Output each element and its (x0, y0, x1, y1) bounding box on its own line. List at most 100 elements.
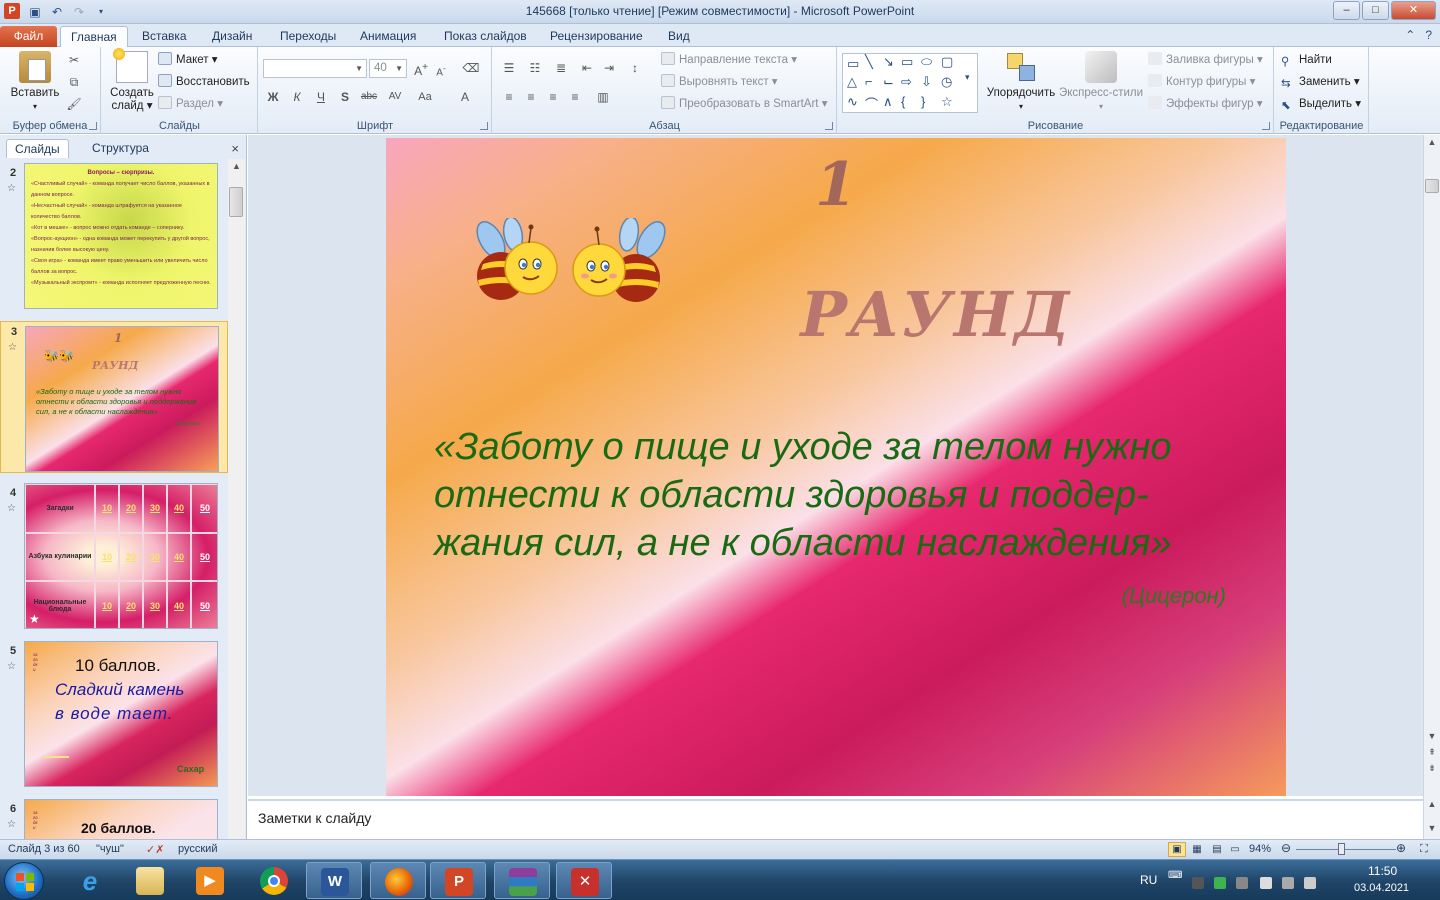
strikethrough-button[interactable]: abc (359, 88, 379, 106)
tab-home[interactable]: Главная (60, 26, 128, 47)
board-cell[interactable]: 40 (167, 484, 191, 533)
language-indicator-tray[interactable]: RU (1140, 873, 1157, 887)
tray-check-icon[interactable] (1214, 877, 1226, 889)
columns-icon[interactable]: ▥ (593, 88, 613, 106)
tab-view[interactable]: Вид (658, 26, 700, 47)
previous-slide-icon[interactable]: ⇞ (1424, 747, 1440, 758)
thumbnail-row-2[interactable]: 2 ☆ Вопросы – сюрпризы. «Счастливый случ… (0, 163, 228, 313)
taskbar-firefox[interactable] (370, 862, 426, 899)
clipboard-launcher-icon[interactable] (89, 122, 97, 130)
shrink-font-button[interactable]: A- (431, 59, 451, 78)
taskbar-winrar[interactable] (494, 862, 550, 899)
format-painter-icon[interactable]: 🖌 (64, 95, 84, 113)
zoom-in-icon[interactable]: ⊕ (1396, 841, 1406, 855)
replace-button[interactable]: ⇆ Заменить ▾ (1281, 73, 1360, 91)
tray-flag-icon[interactable] (1260, 877, 1272, 889)
find-button[interactable]: ⚲ Найти (1281, 51, 1332, 69)
board-cell[interactable]: 10 (95, 484, 119, 533)
board-cell[interactable]: 10 (95, 532, 119, 582)
start-button[interactable] (4, 862, 44, 900)
triangle-shape-icon[interactable]: △ (847, 74, 857, 90)
thumbnail-slide-4[interactable]: Загадки 10 20 30 40 50 Азбука кулинарии 10 20 30 4… (24, 483, 218, 629)
quote-author[interactable]: (Цицерон) (986, 583, 1226, 609)
taskbar-explorer[interactable] (122, 862, 178, 899)
tab-file[interactable]: Файл (0, 26, 57, 47)
board-cell[interactable]: 40 (167, 532, 191, 582)
shape-fill-button[interactable]: Заливка фигуры ▾ (1148, 51, 1263, 69)
bullets-icon[interactable]: ☰ (499, 59, 519, 77)
board-cell[interactable]: 30 (143, 581, 167, 628)
thumbnails-scroll-thumb[interactable] (229, 187, 243, 217)
minimize-ribbon-icon[interactable]: ⌃ (1405, 28, 1415, 42)
taskbar-word[interactable]: W (306, 862, 362, 899)
underline-button[interactable]: Ч (311, 88, 331, 106)
text-direction-button[interactable]: Направление текста ▾ (661, 51, 797, 69)
clock-date[interactable]: 03.04.2021 (1354, 882, 1409, 894)
taskbar-media[interactable]: ▶ (182, 862, 238, 899)
help-icon[interactable]: ? (1425, 28, 1432, 42)
tab-design[interactable]: Дизайн (202, 26, 262, 47)
minimize-button[interactable]: – (1333, 1, 1360, 20)
tab-animations[interactable]: Анимация (350, 26, 426, 47)
rectangle-shape-icon[interactable]: ▭ (901, 54, 913, 70)
change-case-button[interactable]: Aa (415, 88, 435, 106)
language-indicator[interactable]: русский (178, 843, 217, 855)
board-cell[interactable]: 20 (119, 532, 143, 582)
thumbnail-slide-3[interactable]: 1 🐝🐝 РАУНД «Заботу о пище и уходе за тел… (25, 326, 219, 472)
maximize-button[interactable]: □ (1362, 1, 1389, 20)
curve-shape-icon[interactable]: ∿ (847, 94, 858, 110)
taskbar-chrome[interactable] (246, 862, 302, 899)
thumbnail-slide-6[interactable]: загадки 20 баллов. (24, 799, 218, 840)
taskbar-powerpoint[interactable]: P (430, 862, 486, 899)
taskbar-pdf[interactable]: ✕ (556, 862, 612, 899)
board-cell[interactable]: 50 (191, 532, 217, 582)
section-button[interactable]: Раздел ▾ (158, 95, 223, 113)
bees-icon[interactable] (471, 218, 671, 308)
zoom-slider-thumb[interactable] (1338, 843, 1345, 855)
tab-slideshow[interactable]: Показ слайдов (434, 26, 537, 47)
theme-name[interactable]: "чуш" (96, 843, 124, 855)
star-shape-icon[interactable]: ☆ (941, 94, 953, 110)
spellcheck-icon[interactable]: ✓✗ (146, 843, 164, 856)
board-cell[interactable]: 30 (143, 484, 167, 533)
slide-scrollbar[interactable]: ▲ ▼ ⇞ ⇟ ▲ ▼ (1423, 135, 1440, 839)
smartart-button[interactable]: Преобразовать в SmartArt ▾ (661, 95, 827, 113)
drawing-launcher-icon[interactable] (1262, 122, 1270, 130)
scroll-down-icon[interactable]: ▼ (1424, 731, 1440, 741)
copy-icon[interactable]: ⧉ (64, 73, 84, 91)
paragraph-launcher-icon[interactable] (825, 122, 833, 130)
thumbnail-row-6[interactable]: 6 ☆ загадки 20 баллов. (0, 799, 228, 840)
arrange-button[interactable]: Упорядочить ▾ (984, 51, 1058, 113)
tray-app-icon[interactable] (1192, 877, 1204, 889)
normal-view-icon[interactable]: ▣ (1168, 842, 1186, 857)
rounded-rect-shape-icon[interactable]: ▢ (941, 54, 953, 70)
arc-shape-icon[interactable]: ⌒ (865, 94, 878, 113)
thumbnails-scrollbar[interactable]: ▲ (228, 159, 245, 840)
tab-review[interactable]: Рецензирование (540, 26, 653, 47)
thumbnail-row-4[interactable]: 4 ☆ Загадки 10 20 30 40 50 Азбука кулинарии 10 2… (0, 483, 228, 633)
current-slide[interactable]: 1 РАУНД «Заботу о пище и уходе за телом … (386, 138, 1286, 796)
down-arrow-shape-icon[interactable]: ⇩ (921, 74, 932, 90)
increase-indent-icon[interactable]: ⇥ (599, 59, 619, 77)
tray-security-icon[interactable] (1236, 877, 1248, 889)
paste-button[interactable]: Вставить ▾ (6, 51, 64, 113)
line-shape-icon[interactable]: ╲ (865, 54, 873, 70)
fit-to-window-icon[interactable]: ⛶ (1420, 843, 1428, 856)
tab-slides-panel[interactable]: Слайды (6, 139, 69, 158)
font-launcher-icon[interactable] (480, 122, 488, 130)
callout-shape-icon[interactable]: ◷ (941, 74, 952, 90)
arrow-line-shape-icon[interactable]: ↘ (883, 54, 894, 70)
notes-scroll-up-icon[interactable]: ▲ (1424, 799, 1440, 809)
numbering-icon[interactable]: ☷ (525, 59, 545, 77)
board-cell[interactable]: 20 (119, 581, 143, 628)
notes-scroll-down-icon[interactable]: ▼ (1424, 823, 1440, 833)
zoom-out-icon[interactable]: ⊖ (1281, 841, 1291, 855)
textbox-shape-icon[interactable]: ▭ (847, 56, 859, 72)
font-color-button[interactable]: A (455, 88, 475, 106)
brace-right-shape-icon[interactable]: } (921, 94, 925, 109)
quick-styles-button[interactable]: Экспресс-стили ▾ (1058, 51, 1144, 113)
layout-button[interactable]: Макет ▾ (158, 51, 218, 69)
decrease-indent-icon[interactable]: ⇤ (577, 59, 597, 77)
reset-button[interactable]: Восстановить (158, 73, 250, 91)
freeform-shape-icon[interactable]: ∧ (883, 94, 893, 110)
